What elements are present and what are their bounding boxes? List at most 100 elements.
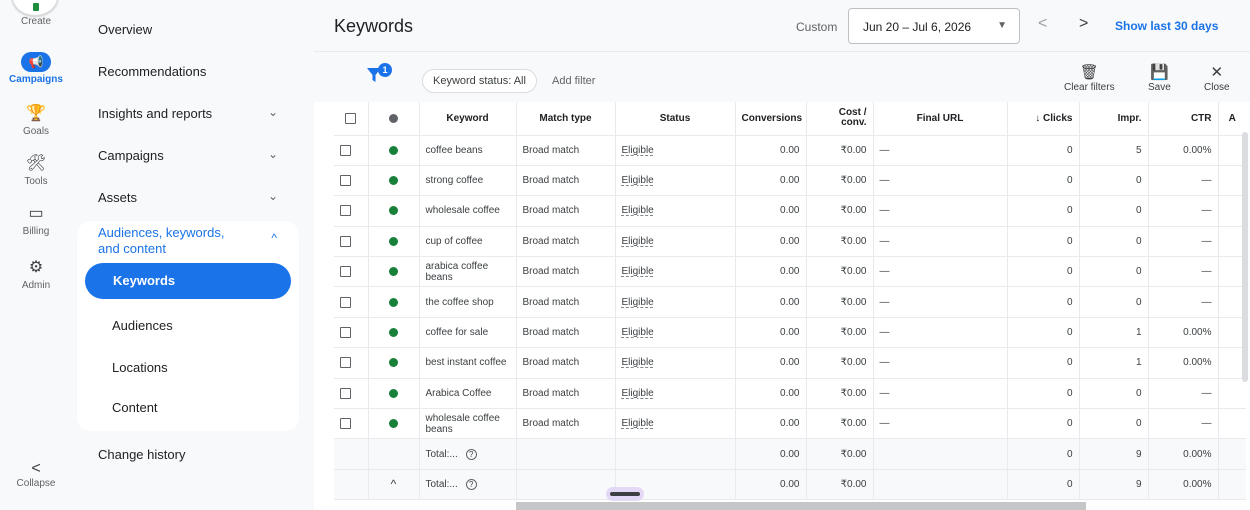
table-row[interactable]: coffee for sale Broad match Eligible 0.00 ₹0…: [334, 317, 1246, 349]
help-icon[interactable]: ?: [465, 448, 477, 460]
rail-item-tools[interactable]: 🛠 Tools: [0, 154, 72, 187]
save-icon: 💾: [1150, 64, 1169, 81]
status-cell[interactable]: Eligible: [615, 226, 736, 258]
keyword-cell[interactable]: strong coffee: [419, 165, 517, 197]
add-filter-button[interactable]: Add filter: [552, 75, 595, 87]
nav-item-campaigns[interactable]: Campaigns ⌄: [98, 147, 296, 163]
nav-item-change-history[interactable]: Change history: [98, 447, 296, 462]
rail-item-goals[interactable]: 🏆 Goals: [0, 104, 72, 137]
row-checkbox[interactable]: [334, 317, 369, 349]
nav-item-audiences[interactable]: Audiences: [112, 318, 173, 333]
status-cell[interactable]: Eligible: [615, 408, 736, 440]
help-icon[interactable]: ?: [465, 478, 477, 490]
expand-toggle[interactable]: ^: [368, 469, 420, 501]
close-button[interactable]: ✕ Close: [1204, 64, 1230, 93]
scroll-drag-handle[interactable]: [606, 487, 644, 501]
column-header-final-url[interactable]: Final URL: [873, 102, 1008, 136]
column-header-match-type[interactable]: Match type: [516, 102, 616, 136]
table-row[interactable]: best instant coffee Broad match Eligible 0.…: [334, 347, 1246, 379]
keyword-cell[interactable]: cup of coffee: [419, 226, 517, 258]
status-cell[interactable]: Eligible: [615, 286, 736, 318]
table-row[interactable]: strong coffee Broad match Eligible 0.00 ₹0.0…: [334, 165, 1246, 197]
nav-item-overview[interactable]: Overview: [98, 22, 296, 37]
conversions-cell: 0.00: [735, 347, 807, 379]
nav-group-header[interactable]: Audiences, keywords, and content: [98, 225, 248, 257]
rail-item-admin[interactable]: ⚙ Admin: [0, 258, 72, 291]
table-row[interactable]: cup of coffee Broad match Eligible 0.00 ₹0.0…: [334, 226, 1246, 258]
keyword-cell[interactable]: wholesale coffee beans: [419, 408, 517, 440]
status-cell[interactable]: Eligible: [615, 165, 736, 197]
status-value[interactable]: Eligible: [622, 205, 654, 216]
status-cell[interactable]: Eligible: [615, 317, 736, 349]
status-dot: [368, 165, 420, 197]
row-checkbox[interactable]: [334, 195, 369, 227]
column-header-impr[interactable]: Impr.: [1079, 102, 1149, 136]
row-checkbox[interactable]: [334, 286, 369, 318]
chevron-up-icon[interactable]: ^: [271, 231, 277, 245]
status-value[interactable]: Eligible: [622, 175, 654, 186]
row-checkbox[interactable]: [334, 256, 369, 288]
table-row[interactable]: coffee beans Broad match Eligible 0.00 ₹0.00…: [334, 135, 1246, 166]
row-checkbox[interactable]: [334, 378, 369, 410]
status-value[interactable]: Eligible: [622, 327, 654, 338]
rail-item-campaigns[interactable]: 📢 Campaigns: [0, 52, 72, 85]
table-row[interactable]: the coffee shop Broad match Eligible 0.00 ₹0…: [334, 286, 1246, 318]
status-value[interactable]: Eligible: [622, 357, 654, 368]
table-row[interactable]: Arabica Coffee Broad match Eligible 0.00 ₹0.…: [334, 378, 1246, 410]
keyword-cell[interactable]: coffee for sale: [419, 317, 517, 349]
keyword-cell[interactable]: the coffee shop: [419, 286, 517, 318]
vertical-scrollbar[interactable]: [1242, 132, 1248, 382]
status-value[interactable]: Eligible: [622, 266, 654, 277]
keyword-cell[interactable]: coffee beans: [419, 135, 517, 166]
status-cell[interactable]: Eligible: [615, 256, 736, 288]
previous-period-icon[interactable]: <: [1038, 15, 1047, 33]
table-row[interactable]: arabica coffee beans Broad match Eligible 0…: [334, 256, 1246, 288]
rail-item-billing[interactable]: ▭ Billing: [0, 204, 72, 237]
status-cell[interactable]: Eligible: [615, 195, 736, 227]
row-checkbox[interactable]: [334, 165, 369, 197]
column-header-ctr[interactable]: CTR: [1148, 102, 1219, 136]
column-header-conversions[interactable]: Conversions: [735, 102, 807, 136]
left-rail: Create 📢 Campaigns 🏆 Goals 🛠 Tools ▭ Billing ⚙ Ad…: [0, 0, 72, 510]
status-value[interactable]: Eligible: [622, 236, 654, 247]
column-header-status[interactable]: Status: [615, 102, 736, 136]
nav-item-insights[interactable]: Insights and reports ⌄: [98, 105, 296, 121]
nav-item-content[interactable]: Content: [112, 400, 158, 415]
date-range-picker[interactable]: Jun 20 – Jul 6, 2026 ▼: [848, 8, 1020, 44]
row-checkbox[interactable]: [334, 226, 369, 258]
create-label[interactable]: Create: [0, 16, 72, 27]
status-value[interactable]: Eligible: [622, 297, 654, 308]
nav-item-keywords[interactable]: Keywords: [85, 263, 291, 299]
nav-item-locations[interactable]: Locations: [112, 360, 168, 375]
table-row[interactable]: wholesale coffee beans Broad match Eligibl…: [334, 408, 1246, 440]
status-value[interactable]: Eligible: [622, 388, 654, 399]
keyword-cell[interactable]: arabica coffee beans: [419, 256, 517, 288]
nav-item-assets[interactable]: Assets ⌄: [98, 189, 296, 205]
status-value[interactable]: Eligible: [622, 418, 654, 429]
keyword-status-filter-chip[interactable]: Keyword status: All: [422, 69, 537, 93]
row-checkbox[interactable]: [334, 135, 369, 166]
select-all-checkbox[interactable]: [334, 102, 369, 136]
column-header-keyword[interactable]: Keyword: [419, 102, 517, 136]
keyword-cell[interactable]: best instant coffee: [419, 347, 517, 379]
keyword-cell[interactable]: wholesale coffee: [419, 195, 517, 227]
column-header-cost-conv[interactable]: Cost / conv.: [806, 102, 874, 136]
clear-filters-button[interactable]: 🗑 Clear filters: [1064, 64, 1115, 93]
row-checkbox[interactable]: [334, 347, 369, 379]
column-header-clicks[interactable]: ↓ Clicks: [1007, 102, 1080, 136]
collapse-button[interactable]: < Collapse: [0, 460, 72, 489]
save-button[interactable]: 💾 Save: [1148, 64, 1171, 93]
nav-item-recommendations[interactable]: Recommendations: [98, 64, 296, 79]
column-header-next[interactable]: A: [1218, 102, 1246, 136]
keyword-cell[interactable]: Arabica Coffee: [419, 378, 517, 410]
create-button[interactable]: [12, 0, 58, 16]
status-value[interactable]: Eligible: [622, 145, 654, 156]
status-cell[interactable]: Eligible: [615, 135, 736, 166]
table-row[interactable]: wholesale coffee Broad match Eligible 0.00 ₹…: [334, 195, 1246, 227]
status-cell[interactable]: Eligible: [615, 378, 736, 410]
status-cell[interactable]: Eligible: [615, 347, 736, 379]
next-period-icon[interactable]: >: [1079, 15, 1088, 33]
row-checkbox[interactable]: [334, 408, 369, 440]
horizontal-scrollbar[interactable]: [516, 502, 1086, 510]
show-last-30-days-link[interactable]: Show last 30 days: [1115, 19, 1218, 33]
